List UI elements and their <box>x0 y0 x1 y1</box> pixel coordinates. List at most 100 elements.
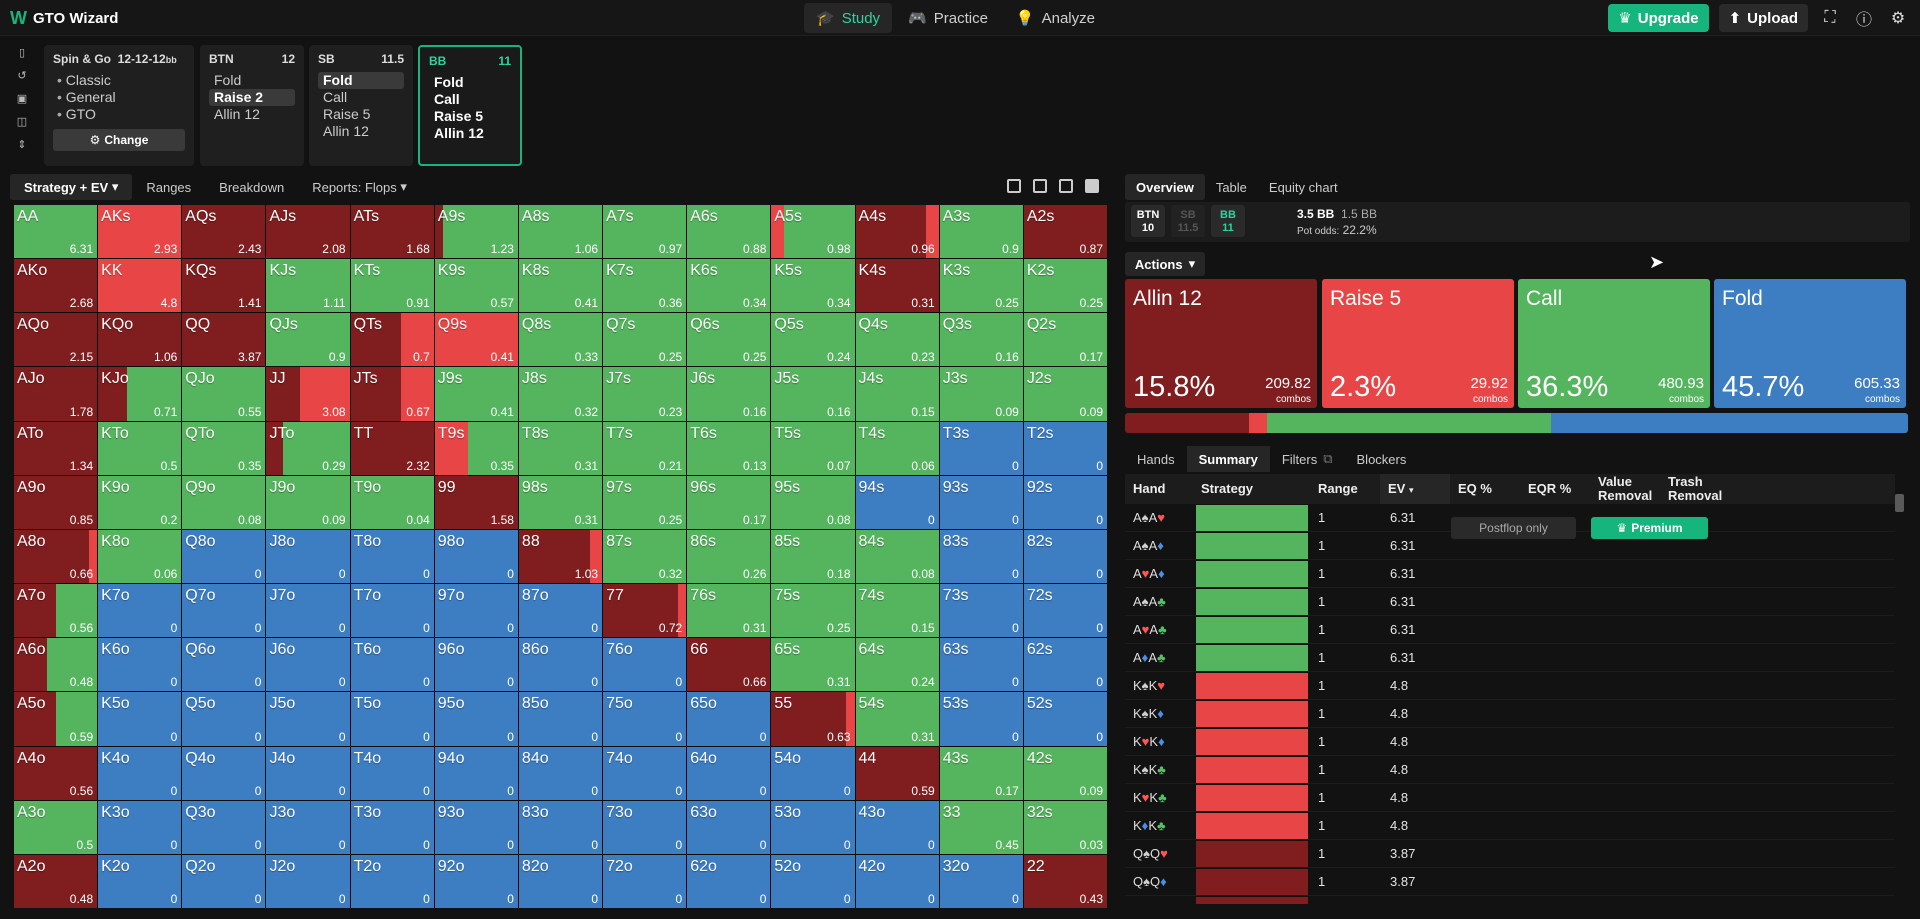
table-row[interactable]: K♠K♦ 1 4.8 <box>1125 700 1895 728</box>
action-box-allin-12[interactable]: Allin 12 15.8% 209.82 combos <box>1125 279 1317 408</box>
position-card-sb[interactable]: SB 11.5 Fold Call Raise 5 Allin 12 <box>309 45 413 166</box>
table-row[interactable]: A♠A♣ 1 6.31 <box>1125 588 1895 616</box>
hand-cell[interactable]: K3o 0 <box>98 800 182 854</box>
hand-cell[interactable]: KQs 1.41 <box>182 259 266 313</box>
tab-summary[interactable]: Summary <box>1186 446 1270 472</box>
hand-cell[interactable]: K4o 0 <box>98 746 182 800</box>
hand-cell[interactable]: JJ 3.08 <box>266 367 350 421</box>
hand-cell[interactable]: 42o 0 <box>855 854 939 908</box>
hand-cell[interactable]: 62s 0 <box>1023 638 1107 692</box>
hand-cell[interactable]: 84s 0.08 <box>855 529 939 584</box>
hand-cell[interactable]: J3o 0 <box>266 800 350 854</box>
hand-cell[interactable]: T2o 0 <box>350 854 434 908</box>
hand-cell[interactable]: Q2s 0.17 <box>1023 313 1107 367</box>
nav-practice[interactable]: 🎮 Practice <box>896 3 1000 33</box>
hand-cell[interactable]: K8o 0.06 <box>98 529 182 584</box>
hand-cell[interactable]: 83o 0 <box>518 800 603 854</box>
nav-analyze[interactable]: 💡 Analyze <box>1004 3 1107 33</box>
hand-cell[interactable]: AKo 2.68 <box>14 259 98 313</box>
action-option[interactable]: Raise 5 <box>318 106 404 123</box>
col-range[interactable]: Range <box>1310 482 1380 496</box>
hand-cell[interactable]: 52o 0 <box>771 854 855 908</box>
hand-cell[interactable]: A4o 0.56 <box>14 746 98 800</box>
hand-cell[interactable]: AJs 2.08 <box>266 205 350 259</box>
tab-breakdown[interactable]: Breakdown <box>205 174 298 200</box>
hand-cell[interactable]: AA 6.31 <box>14 205 98 259</box>
hand-cell[interactable]: KTo 0.5 <box>98 421 182 475</box>
hand-cell[interactable]: J6o 0 <box>266 638 350 692</box>
hand-cell[interactable]: T2s 0 <box>1023 421 1107 475</box>
table-scrollbar[interactable] <box>1893 478 1905 904</box>
hand-cell[interactable]: 44 0.59 <box>855 746 939 800</box>
hand-cell[interactable]: A2o 0.48 <box>14 854 98 908</box>
hand-cell[interactable]: 63o 0 <box>687 800 771 854</box>
view-compact-icon[interactable] <box>1033 179 1047 193</box>
hand-cell[interactable]: 53s 0 <box>939 692 1023 746</box>
table-row[interactable]: K♥K♦ 1 4.8 <box>1125 728 1895 756</box>
hand-cell[interactable]: 64o 0 <box>687 746 771 800</box>
hand-cell[interactable]: 22 0.43 <box>1023 854 1107 908</box>
postflop-only-button[interactable]: Postflop only <box>1451 517 1576 539</box>
hand-cell[interactable]: J7o 0 <box>266 584 350 638</box>
hand-cell[interactable]: T9s 0.35 <box>434 421 518 475</box>
hand-cell[interactable]: 93o 0 <box>434 800 518 854</box>
hand-cell[interactable]: 65o 0 <box>687 692 771 746</box>
action-box-raise-5[interactable]: Raise 5 2.3% 29.92 combos <box>1322 279 1514 408</box>
hand-cell[interactable]: QJo 0.55 <box>182 367 266 421</box>
hand-cell[interactable]: A9s 1.23 <box>434 205 518 259</box>
hand-cell[interactable]: QTo 0.35 <box>182 421 266 475</box>
help-icon[interactable]: ⓘ <box>1852 6 1876 30</box>
hand-cell[interactable]: K7s 0.36 <box>603 259 687 313</box>
hand-cell[interactable]: K5s 0.34 <box>771 259 855 313</box>
tab-table[interactable]: Table <box>1205 174 1258 200</box>
hand-cell[interactable]: K3s 0.25 <box>939 259 1023 313</box>
hand-cell[interactable]: 82s 0 <box>1023 529 1107 584</box>
tab-ranges[interactable]: Ranges <box>132 174 205 200</box>
position-card-btn[interactable]: BTN 12 Fold Raise 2 Allin 12 <box>200 45 304 166</box>
hand-cell[interactable]: Q6o 0 <box>182 638 266 692</box>
hand-cell[interactable]: K8s 0.41 <box>518 259 603 313</box>
table-row[interactable]: A♦A♣ 1 6.31 <box>1125 644 1895 672</box>
hand-cell[interactable]: K6o 0 <box>98 638 182 692</box>
hand-cell[interactable]: A5s 0.98 <box>771 205 855 259</box>
hand-cell[interactable]: 87o 0 <box>518 584 603 638</box>
table-row[interactable]: Q♠Q♦ 1 3.87 <box>1125 868 1895 896</box>
bookmark-icon[interactable]: ▯ <box>10 46 34 63</box>
hand-cell[interactable]: T4o 0 <box>350 746 434 800</box>
col-eq[interactable]: EQ % <box>1450 482 1520 496</box>
hand-cell[interactable]: J9o 0.09 <box>266 475 350 529</box>
hand-cell[interactable]: 96s 0.17 <box>687 475 771 529</box>
hand-cell[interactable]: 98s 0.31 <box>518 475 603 529</box>
hand-cell[interactable]: 42s 0.09 <box>1023 746 1107 800</box>
hand-cell[interactable]: QTs 0.7 <box>350 313 434 367</box>
hand-cell[interactable]: ATs 1.68 <box>350 205 434 259</box>
hand-cell[interactable]: 73s 0 <box>939 584 1023 638</box>
hand-cell[interactable]: QQ 3.87 <box>182 313 266 367</box>
hand-cell[interactable]: 32s 0.03 <box>1023 800 1107 854</box>
hand-cell[interactable]: K5o 0 <box>98 692 182 746</box>
action-option-selected[interactable]: Raise 2 <box>209 89 295 106</box>
hand-cell[interactable]: KK 4.8 <box>98 259 182 313</box>
hand-cell[interactable]: AQo 2.15 <box>14 313 98 367</box>
action-option[interactable]: Call <box>429 91 511 108</box>
table-row[interactable]: K♠K♥ 1 4.8 <box>1125 672 1895 700</box>
tab-hands[interactable]: Hands <box>1125 446 1187 472</box>
hand-cell[interactable]: A6o 0.48 <box>14 638 98 692</box>
hand-cell[interactable]: KTs 0.91 <box>350 259 434 313</box>
hand-cell[interactable]: J9s 0.41 <box>434 367 518 421</box>
hand-cell[interactable]: 54s 0.31 <box>855 692 939 746</box>
hand-cell[interactable]: JTo 0.29 <box>266 421 350 475</box>
action-box-call[interactable]: Call 36.3% 480.93 combos <box>1518 279 1710 408</box>
hand-cell[interactable]: 83s 0 <box>939 529 1023 584</box>
hand-cell[interactable]: T3o 0 <box>350 800 434 854</box>
hand-cell[interactable]: 65s 0.31 <box>771 638 855 692</box>
hand-cell[interactable]: Q7o 0 <box>182 584 266 638</box>
hand-cell[interactable]: Q9s 0.41 <box>434 313 518 367</box>
save-icon[interactable]: ▣ <box>10 92 34 109</box>
hand-cell[interactable]: 76o 0 <box>603 638 687 692</box>
tab-blockers[interactable]: Blockers <box>1345 446 1419 472</box>
hand-cell[interactable]: 63s 0 <box>939 638 1023 692</box>
hand-cell[interactable]: 52s 0 <box>1023 692 1107 746</box>
table-row[interactable]: K♠K♣ 1 4.8 <box>1125 756 1895 784</box>
hand-cell[interactable]: 94o 0 <box>434 746 518 800</box>
